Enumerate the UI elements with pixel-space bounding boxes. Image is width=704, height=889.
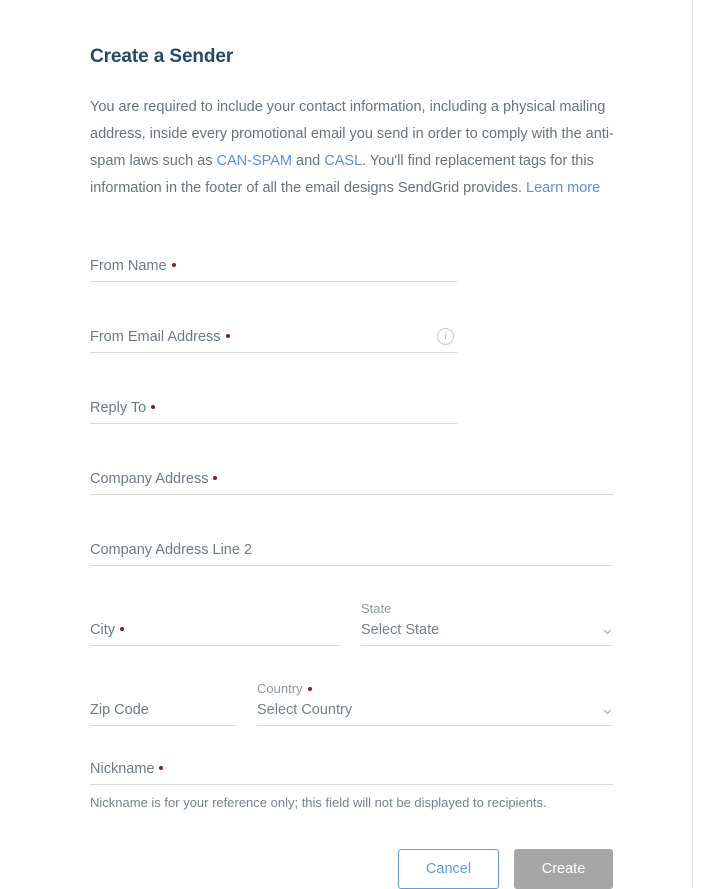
field-company-address-line-2: Company Address Line 2 <box>90 495 613 566</box>
city-label: City <box>90 622 124 638</box>
field-nickname: Nickname Nickname is for your reference … <box>90 726 613 810</box>
country-selected-value: Select Country <box>257 702 353 718</box>
required-indicator <box>159 766 164 771</box>
intro-text-part2: and <box>292 153 325 169</box>
nickname-helper-text: Nickname is for your reference only; thi… <box>90 795 547 810</box>
required-indicator <box>151 405 156 410</box>
intro-paragraph: You are required to include your contact… <box>90 68 614 202</box>
state-selected-value: Select State <box>361 622 440 638</box>
from-email-input[interactable]: From Email Address i <box>90 328 457 353</box>
zip-country-row: Zip Code Country Select Country <box>90 646 650 726</box>
company-address-input[interactable]: Company Address <box>90 471 613 495</box>
reply-to-input[interactable]: Reply To <box>90 400 457 424</box>
chevron-down-icon <box>602 706 613 717</box>
reply-to-label: Reply To <box>90 400 156 416</box>
create-button[interactable]: Create <box>514 849 613 889</box>
link-casl[interactable]: CASL <box>324 153 362 169</box>
nickname-input[interactable]: Nickname <box>90 761 613 785</box>
from-email-label: From Email Address <box>90 329 230 345</box>
field-company-address: Company Address <box>90 424 613 495</box>
field-from-name: From Name <box>90 246 457 282</box>
company-address-line-2-input[interactable]: Company Address Line 2 <box>90 542 613 566</box>
chevron-down-icon <box>602 626 613 637</box>
country-label: Country <box>257 681 613 696</box>
link-learn-more[interactable]: Learn more <box>526 180 600 196</box>
field-from-email: From Email Address i <box>90 282 457 353</box>
company-address-line-2-label: Company Address Line 2 <box>90 542 253 558</box>
info-icon[interactable]: i <box>437 328 454 345</box>
required-indicator <box>307 686 312 691</box>
panel-divider <box>692 0 693 887</box>
field-city: City <box>90 622 341 646</box>
form-actions: Cancel Create <box>90 810 613 889</box>
country-select[interactable]: Select Country <box>257 702 613 726</box>
required-indicator <box>213 476 218 481</box>
cancel-button[interactable]: Cancel <box>398 849 499 889</box>
company-address-label: Company Address <box>90 471 218 487</box>
city-input[interactable]: City <box>90 622 341 646</box>
link-can-spam[interactable]: CAN-SPAM <box>217 153 292 169</box>
required-indicator <box>119 627 124 632</box>
field-country: Country Select Country <box>257 681 613 726</box>
state-label: State <box>361 601 392 616</box>
field-reply-to: Reply To <box>90 353 457 424</box>
city-state-row: City State Select State <box>90 566 650 646</box>
page-title: Create a Sender <box>90 46 234 67</box>
zip-code-input[interactable]: Zip Code <box>90 702 237 726</box>
nickname-label: Nickname <box>90 761 164 777</box>
required-indicator <box>171 263 176 268</box>
required-indicator <box>225 334 230 339</box>
create-sender-panel: Create a Sender You are required to incl… <box>90 0 650 889</box>
sender-form: From Name From Email Address i Reply To … <box>90 202 650 889</box>
from-name-label: From Name <box>90 258 176 274</box>
field-state: State Select State <box>361 601 613 646</box>
state-select[interactable]: Select State <box>361 622 613 646</box>
from-name-input[interactable]: From Name <box>90 258 457 282</box>
field-zip-code: Zip Code <box>90 702 237 726</box>
zip-code-label: Zip Code <box>90 702 149 718</box>
